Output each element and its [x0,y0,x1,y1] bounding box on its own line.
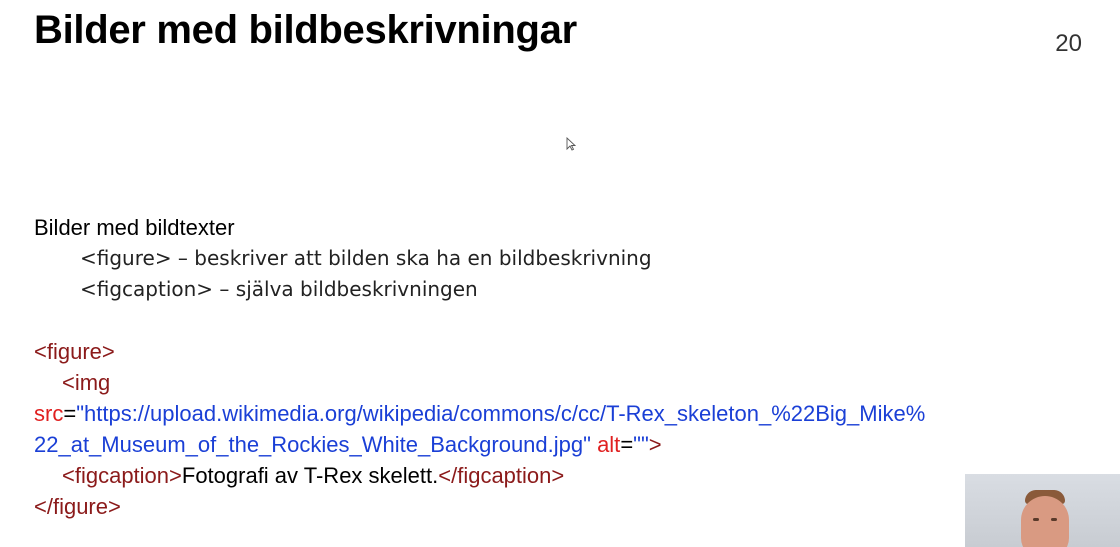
webcam-eye-right [1051,518,1057,521]
code-src-value: "https://upload.wikimedia.org/wikipedia/… [76,401,926,426]
code-alt-value: "" [633,432,649,457]
code-figure-open: <figure> [34,339,115,364]
code-line-1: <figure> [34,336,925,367]
intro-item-figcaption: <figcaption> – själva bildbeskrivningen [80,277,478,301]
code-line-3: src="https://upload.wikimedia.org/wikipe… [34,398,925,429]
slide-number: 20 [1055,30,1082,57]
intro-block: Bilder med bildtexter <figure> – beskriv… [34,212,652,305]
code-img-open: <img [62,370,111,395]
code-figure-close: </figure> [34,494,121,519]
mouse-pointer-icon [566,137,576,151]
slide-title: Bilder med bildbeskrivningar [34,8,577,52]
code-example: <figure> <img src="https://upload.wikime… [34,336,925,522]
code-src-attr: src [34,401,64,426]
intro-heading: Bilder med bildtexter [34,215,235,240]
code-img-close: > [648,432,662,457]
code-figcaption-open: <figcaption> [62,463,182,488]
code-line-5: <figcaption>Fotografi av T-Rex skelett.<… [34,460,925,491]
code-figcaption-close: </figcaption> [438,463,565,488]
webcam-face [1021,496,1069,547]
webcam-eye-left [1033,518,1039,521]
code-eq: = [63,401,77,426]
code-src-value-cont: 22_at_Museum_of_the_Rockies_White_Backgr… [34,432,591,457]
code-line-2: <img [34,367,925,398]
code-line-6: </figure> [34,491,925,522]
code-alt-attr: alt [597,432,621,457]
intro-item-figure: <figure> – beskriver att bilden ska ha e… [80,246,652,270]
code-line-4: 22_at_Museum_of_the_Rockies_White_Backgr… [34,429,925,460]
code-figcaption-text: Fotografi av T-Rex skelett. [181,463,439,488]
code-eq-2: = [620,432,634,457]
webcam-overlay [965,474,1120,547]
